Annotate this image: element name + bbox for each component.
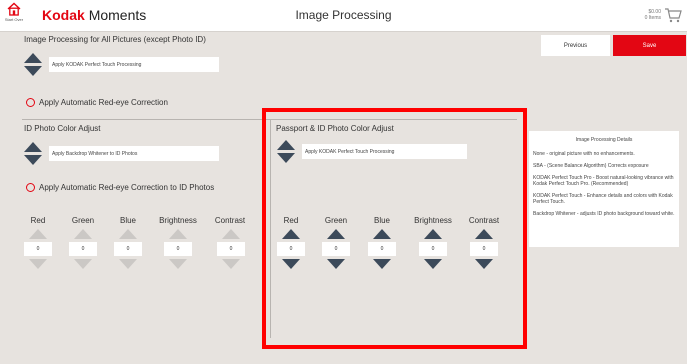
id-photo-processing-select[interactable]: Apply Backdrop Whitener to ID Photos — [24, 142, 219, 165]
id-processing-arrows[interactable] — [24, 142, 42, 165]
id-red-stepper: 0 — [24, 229, 52, 269]
id-contrast-value: 0 — [217, 242, 245, 256]
id-adjust-label-contrast: Contrast — [214, 216, 246, 225]
highlight-box — [262, 108, 527, 349]
header-bar: Start Over Kodak Moments Image Processin… — [0, 0, 687, 32]
id-brightness-stepper: 0 — [164, 229, 192, 269]
id-green-value: 0 — [69, 242, 97, 256]
arrow-up-icon — [169, 229, 187, 239]
all-pictures-processing-value[interactable]: Apply KODAK Perfect Touch Processing — [49, 57, 219, 72]
arrow-up-icon — [222, 229, 240, 239]
details-item-perfect-touch-pro: KODAK Perfect Touch Pro - Boost natural-… — [533, 175, 674, 187]
id-blue-stepper: 0 — [114, 229, 142, 269]
processing-details-panel: Image Processing Details None - original… — [529, 131, 679, 247]
arrow-down-icon — [29, 259, 47, 269]
arrow-up-icon — [29, 229, 47, 239]
arrow-up-icon — [74, 229, 92, 239]
id-adjust-label-green: Green — [71, 216, 95, 225]
cart-summary[interactable]: $0.00 0 Items — [645, 9, 661, 21]
id-adjust-label-brightness: Brightness — [159, 216, 197, 225]
page-title: Image Processing — [295, 8, 392, 22]
id-blue-value: 0 — [114, 242, 142, 256]
id-red-value: 0 — [24, 242, 52, 256]
arrow-up-icon[interactable] — [24, 53, 42, 63]
redeye-label: Apply Automatic Red-eye Correction — [39, 98, 168, 107]
arrow-down-icon — [74, 259, 92, 269]
redeye-option[interactable]: Apply Automatic Red-eye Correction — [26, 98, 168, 107]
save-button[interactable]: Save — [613, 35, 686, 56]
all-pictures-processing-select[interactable]: Apply KODAK Perfect Touch Processing — [24, 53, 219, 76]
arrow-up-icon — [119, 229, 137, 239]
cart-items: 0 Items — [644, 15, 661, 21]
details-item-backdrop-whitener: Backdrop Whitener - adjusts ID photo bac… — [533, 211, 675, 217]
arrow-down-icon — [222, 259, 240, 269]
arrow-down-icon — [119, 259, 137, 269]
details-item-none: None - original picture with no enhancem… — [533, 151, 635, 157]
details-title: Image Processing Details — [575, 137, 633, 143]
details-item-sba: SBA - (Scene Balance Algorithm) Corrects… — [533, 163, 649, 169]
id-brightness-value: 0 — [164, 242, 192, 256]
id-contrast-stepper: 0 — [217, 229, 245, 269]
arrow-down-icon[interactable] — [24, 66, 42, 76]
radio-button[interactable] — [26, 98, 35, 107]
id-redeye-label: Apply Automatic Red-eye Correction to ID… — [39, 183, 215, 192]
processing-arrows[interactable] — [24, 53, 42, 76]
all-pictures-title: Image Processing for All Pictures (excep… — [24, 35, 206, 44]
id-redeye-option[interactable]: Apply Automatic Red-eye Correction to ID… — [26, 183, 214, 192]
previous-button[interactable]: Previous — [541, 35, 610, 56]
cart-icon[interactable] — [664, 7, 682, 23]
arrow-down-icon[interactable] — [24, 155, 42, 165]
id-green-stepper: 0 — [69, 229, 97, 269]
id-photo-title: ID Photo Color Adjust — [24, 124, 101, 133]
id-adjust-label-blue: Blue — [119, 216, 136, 225]
id-photo-processing-value[interactable]: Apply Backdrop Whitener to ID Photos — [49, 146, 219, 161]
id-adjust-label-red: Red — [30, 216, 46, 225]
details-item-perfect-touch: KODAK Perfect Touch - Enhance details an… — [533, 193, 673, 205]
radio-button[interactable] — [26, 183, 35, 192]
arrow-up-icon[interactable] — [24, 142, 42, 152]
arrow-down-icon — [169, 259, 187, 269]
